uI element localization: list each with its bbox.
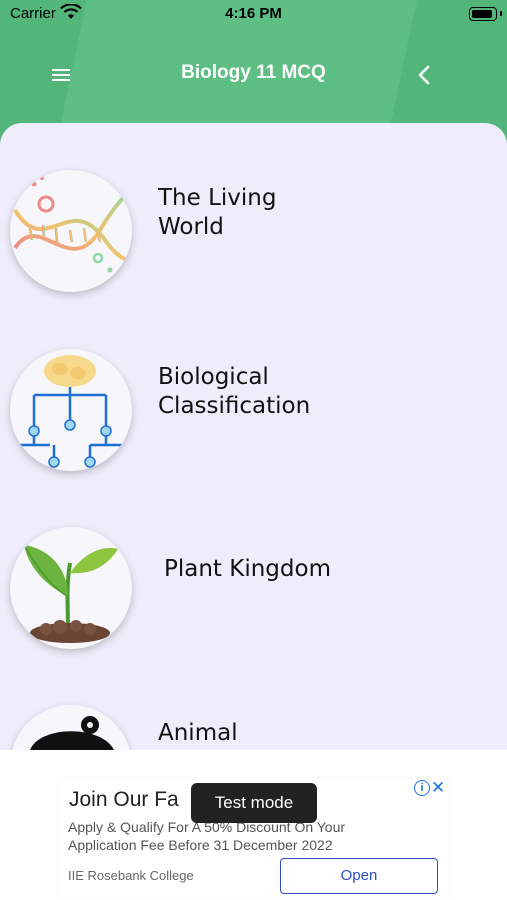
chapter-item-biological-classification[interactable]: Biological Classification xyxy=(10,349,490,473)
info-icon[interactable]: i xyxy=(414,780,430,796)
classification-tree-icon xyxy=(10,349,132,471)
chapter-item-living-world[interactable]: The Living World xyxy=(10,170,490,294)
back-chevron-icon[interactable] xyxy=(415,64,435,86)
ad-advertiser: IIE Rosebank College xyxy=(68,868,194,883)
ad-description: Apply & Qualify For A 50% Discount On Yo… xyxy=(68,819,346,853)
chapter-label: Plant Kingdom xyxy=(164,556,331,582)
plant-sprout-icon xyxy=(10,527,132,649)
ad-open-button[interactable]: Open xyxy=(280,858,438,894)
chapter-list: The Living World Biological Classificati… xyxy=(0,123,507,750)
dna-icon xyxy=(10,170,132,292)
test-mode-toast: Test mode xyxy=(191,783,317,823)
chapter-item-animal[interactable]: Animal xyxy=(10,705,490,750)
chapter-label: Animal xyxy=(158,720,238,746)
chapter-item-plant-kingdom[interactable]: Plant Kingdom xyxy=(10,527,490,651)
status-bar: Carrier 4:16 PM xyxy=(0,0,507,28)
close-icon[interactable]: ✕ xyxy=(431,778,445,798)
status-time: 4:16 PM xyxy=(225,5,282,22)
animal-icon xyxy=(10,705,132,750)
battery-icon xyxy=(469,7,497,21)
chapter-label: Biological Classification xyxy=(158,364,311,419)
chapter-label: The Living World xyxy=(158,185,277,240)
ad-title: Join Our Fa xyxy=(69,788,179,811)
battery-tip xyxy=(500,11,502,16)
